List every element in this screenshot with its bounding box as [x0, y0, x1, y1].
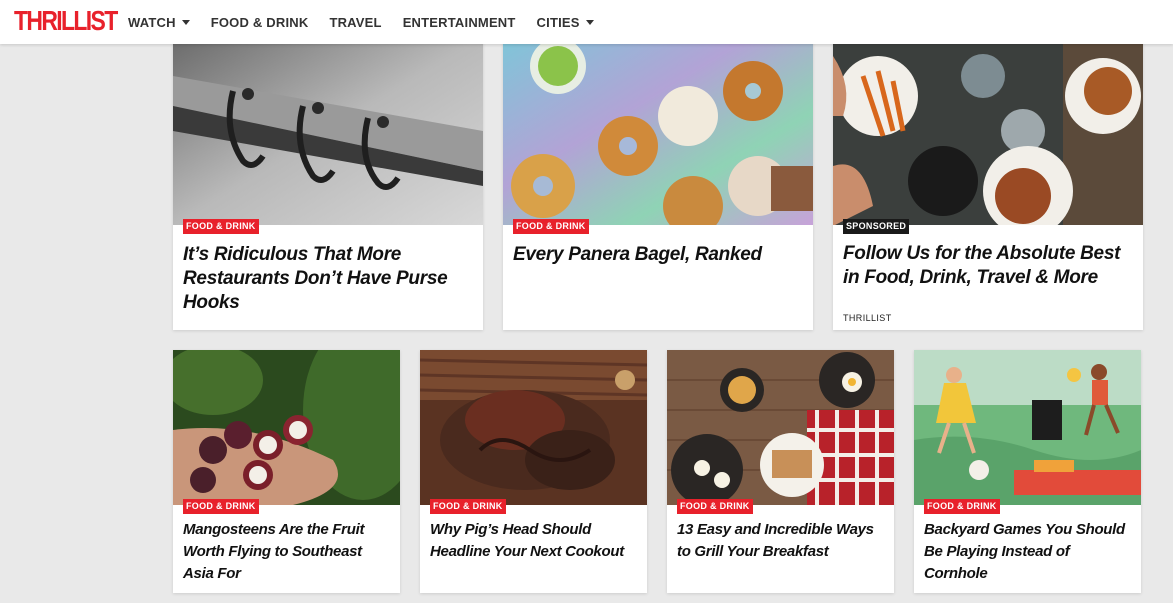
- nav-item-entertainment[interactable]: ENTERTAINMENT: [403, 15, 516, 30]
- thrillist-logo[interactable]: THRILLIST: [14, 4, 118, 38]
- category-badge[interactable]: FOOD & DRINK: [513, 219, 589, 234]
- nav-item-label: FOOD & DRINK: [210, 14, 309, 30]
- main-nav: WATCH FOOD & DRINK TRAVEL ENTERTAINMENT …: [128, 0, 615, 44]
- category-badge[interactable]: FOOD & DRINK: [924, 499, 1000, 514]
- nav-item-travel[interactable]: TRAVEL: [329, 15, 381, 30]
- article-title[interactable]: Follow Us for the Absolute Best in Food,…: [843, 242, 1131, 290]
- article-card-purse-hooks[interactable]: FOOD & DRINK It’s Ridiculous That More R…: [173, 36, 483, 330]
- purse-hooks-photo: [173, 36, 483, 225]
- article-title[interactable]: Why Pig’s Head Should Headline Your Next…: [430, 519, 635, 563]
- article-card-pigs-head[interactable]: FOOD & DRINK Why Pig’s Head Should Headl…: [420, 350, 647, 593]
- category-badge[interactable]: FOOD & DRINK: [430, 499, 506, 514]
- category-badge[interactable]: FOOD & DRINK: [183, 219, 259, 234]
- nav-item-watch[interactable]: WATCH: [128, 15, 190, 30]
- caret-down-icon: [585, 19, 594, 25]
- sponsored-badge[interactable]: SPONSORED: [843, 219, 910, 234]
- article-card-sponsored[interactable]: SPONSORED Follow Us for the Absolute Bes…: [833, 36, 1143, 330]
- food-table-photo: [833, 36, 1143, 225]
- category-badge[interactable]: FOOD & DRINK: [183, 499, 259, 514]
- nav-item-label: CITIES: [536, 14, 580, 30]
- nav-item-cities[interactable]: CITIES: [537, 15, 594, 30]
- article-card-backyard-games[interactable]: FOOD & DRINK Backyard Games You Should B…: [914, 350, 1141, 593]
- article-title[interactable]: Every Panera Bagel, Ranked: [513, 243, 801, 267]
- article-title[interactable]: Backyard Games You Should Be Playing Ins…: [924, 519, 1129, 585]
- article-title[interactable]: 13 Easy and Incredible Ways to Grill You…: [677, 519, 882, 563]
- caret-down-icon: [181, 19, 190, 25]
- nav-item-label: ENTERTAINMENT: [402, 14, 516, 30]
- article-byline[interactable]: THRILLIST: [843, 313, 892, 323]
- pigs-head-photo: [420, 350, 647, 505]
- mangosteens-photo: [173, 350, 400, 505]
- article-card-grill-breakfast[interactable]: FOOD & DRINK 13 Easy and Incredible Ways…: [667, 350, 894, 593]
- grilled-breakfast-photo: [667, 350, 894, 505]
- article-title[interactable]: Mangosteens Are the Fruit Worth Flying t…: [183, 519, 388, 585]
- category-badge[interactable]: FOOD & DRINK: [677, 499, 753, 514]
- article-card-mangosteens[interactable]: FOOD & DRINK Mangosteens Are the Fruit W…: [173, 350, 400, 593]
- article-title[interactable]: It’s Ridiculous That More Restaurants Do…: [183, 243, 471, 315]
- bagels-photo: [503, 36, 813, 225]
- nav-item-label: WATCH: [128, 14, 176, 30]
- backyard-games-illustration: [914, 350, 1141, 505]
- top-navigation-bar: THRILLIST WATCH FOOD & DRINK TRAVEL ENTE…: [0, 0, 1173, 44]
- article-card-panera-bagel[interactable]: FOOD & DRINK Every Panera Bagel, Ranked: [503, 36, 813, 330]
- nav-item-food-drink[interactable]: FOOD & DRINK: [211, 15, 309, 30]
- nav-item-label: TRAVEL: [329, 14, 382, 30]
